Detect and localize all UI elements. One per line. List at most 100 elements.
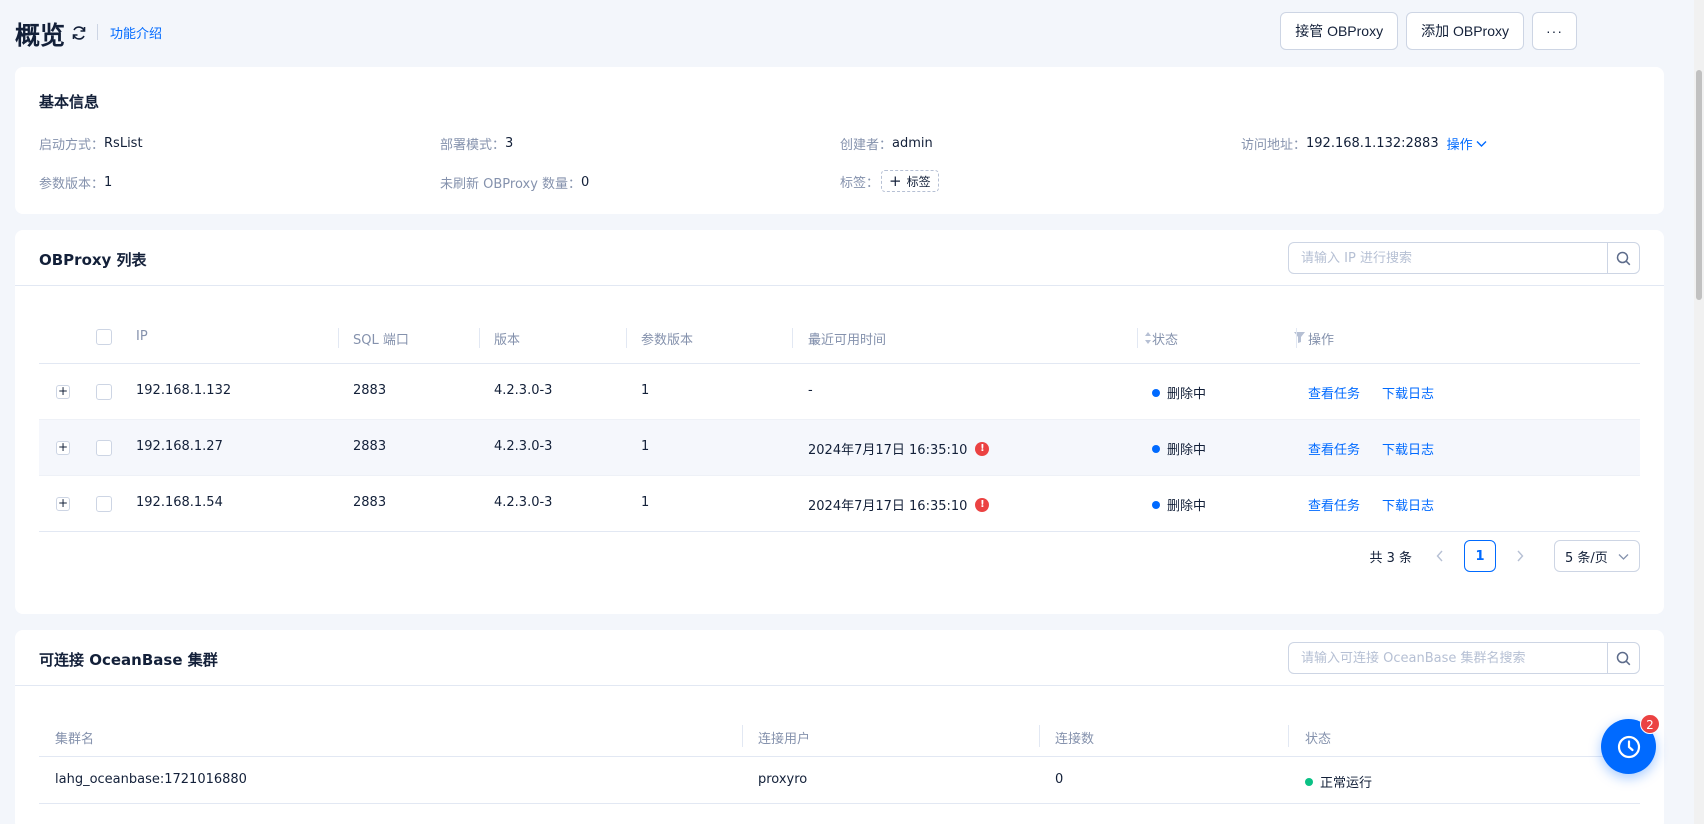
status-dot bbox=[1152, 444, 1160, 453]
row-checkbox[interactable] bbox=[96, 440, 112, 456]
basic-info-card: 基本信息 启动方式： RsList 部署模式： 3 创建者： admin 访问地… bbox=[15, 67, 1664, 214]
feature-intro-link[interactable]: 功能介绍 bbox=[110, 23, 162, 42]
cluster-search-button[interactable] bbox=[1607, 643, 1639, 673]
add-tag-button[interactable]: + 标签 bbox=[881, 170, 939, 192]
col-param-version: 参数版本 bbox=[641, 333, 694, 348]
access-address-label: 访问地址： bbox=[1241, 138, 1307, 153]
add-obproxy-button[interactable]: 添加 OBProxy bbox=[1406, 12, 1524, 50]
expand-row-button[interactable]: + bbox=[56, 497, 70, 511]
pagination-total: 共 3 条 bbox=[1369, 550, 1412, 566]
page-size-value: 5 条/页 bbox=[1565, 550, 1608, 566]
page-number-button[interactable]: 1 bbox=[1464, 540, 1496, 572]
column-divider bbox=[1137, 328, 1138, 348]
address-operation-label: 操作 bbox=[1446, 138, 1473, 153]
warning-icon[interactable]: ! bbox=[975, 497, 990, 512]
row-checkbox[interactable] bbox=[96, 496, 112, 512]
cluster-search-input[interactable] bbox=[1289, 643, 1607, 673]
deploy-mode-label: 部署模式： bbox=[440, 138, 506, 153]
obproxy-list-card: OBProxy 列表 IP SQL 端口 版本 参数版本 最近可用时间 状态 操… bbox=[15, 230, 1664, 614]
col-sql-port: SQL 端口 bbox=[353, 333, 409, 348]
cell-version: 4.2.3.0-3 bbox=[494, 383, 553, 398]
more-actions-button[interactable]: ··· bbox=[1532, 12, 1577, 50]
table-row: + 192.168.1.54 2883 4.2.3.0-3 1 2024年7月1… bbox=[39, 476, 1640, 532]
cell-sql-port: 2883 bbox=[353, 383, 387, 398]
cell-param-version: 1 bbox=[641, 495, 650, 510]
download-log-link[interactable]: 下载日志 bbox=[1382, 495, 1434, 514]
add-tag-label: 标签 bbox=[906, 174, 931, 189]
cluster-search-box bbox=[1288, 642, 1640, 674]
cell-last-available: 2024年7月17日 16:35:10 ! bbox=[808, 439, 990, 458]
view-task-link[interactable]: 查看任务 bbox=[1308, 383, 1360, 402]
page-size-select[interactable]: 5 条/页 bbox=[1554, 540, 1640, 572]
download-log-link[interactable]: 下载日志 bbox=[1382, 439, 1434, 458]
unrefreshed-count-item: 未刷新 OBProxy 数量： 0 bbox=[440, 173, 589, 192]
last-available-value: 2024年7月17日 16:35:10 bbox=[808, 499, 968, 514]
address-operation-dropdown[interactable]: 操作 bbox=[1447, 134, 1487, 153]
unrefreshed-count-label: 未刷新 OBProxy 数量： bbox=[440, 177, 582, 192]
column-divider bbox=[792, 328, 793, 348]
row-checkbox[interactable] bbox=[96, 384, 112, 400]
chevron-down-icon bbox=[1476, 141, 1487, 147]
obproxy-list-title: OBProxy 列表 bbox=[39, 251, 147, 269]
download-log-link[interactable]: 下载日志 bbox=[1382, 383, 1434, 402]
row-divider bbox=[39, 756, 1640, 757]
cell-ip: 192.168.1.54 bbox=[136, 495, 223, 510]
status-label: 删除中 bbox=[1167, 499, 1207, 514]
search-icon bbox=[1616, 651, 1631, 665]
cluster-name-link[interactable]: lahg_oceanbase:1721016880 bbox=[55, 772, 247, 787]
last-available-value: 2024年7月17日 16:35:10 bbox=[808, 443, 968, 458]
start-mode-label: 启动方式： bbox=[39, 138, 105, 153]
takeover-obproxy-button[interactable]: 接管 OBProxy bbox=[1280, 12, 1399, 50]
cell-last-available: 2024年7月17日 16:35:10 ! bbox=[808, 495, 990, 514]
cell-version: 4.2.3.0-3 bbox=[494, 439, 553, 454]
cluster-list-card: 可连接 OceanBase 集群 集群名 连接用户 连接数 状态 lahg_oc… bbox=[15, 630, 1664, 824]
expand-row-button[interactable]: + bbox=[56, 385, 70, 399]
column-divider bbox=[1296, 328, 1297, 348]
prev-page-button[interactable] bbox=[1426, 540, 1454, 572]
unrefreshed-count-value: 0 bbox=[581, 175, 590, 190]
card-divider bbox=[15, 285, 1664, 286]
warning-icon[interactable]: ! bbox=[975, 441, 990, 456]
tags-item: 标签： + 标签 bbox=[840, 170, 939, 192]
cell-ip: 192.168.1.132 bbox=[136, 383, 232, 398]
cell-sql-port: 2883 bbox=[353, 495, 387, 510]
view-task-link[interactable]: 查看任务 bbox=[1308, 495, 1360, 514]
page-scrollbar[interactable] bbox=[1694, 0, 1704, 824]
creator-label: 创建者： bbox=[840, 138, 893, 153]
view-task-link[interactable]: 查看任务 bbox=[1308, 439, 1360, 458]
param-version-label: 参数版本： bbox=[39, 177, 105, 192]
cell-status: 删除中 bbox=[1152, 495, 1206, 514]
creator-item: 创建者： admin bbox=[840, 134, 933, 153]
param-version-value: 1 bbox=[104, 175, 113, 190]
select-all-checkbox[interactable] bbox=[96, 329, 112, 345]
sort-icon[interactable] bbox=[1144, 331, 1152, 345]
plus-icon: + bbox=[889, 171, 902, 190]
chevron-left-icon bbox=[1436, 550, 1443, 562]
cell-param-version: 1 bbox=[641, 439, 650, 454]
creator-value: admin bbox=[892, 136, 933, 151]
col-connection-count: 连接数 bbox=[1055, 732, 1095, 747]
cluster-status-label: 正常运行 bbox=[1320, 776, 1373, 791]
column-divider bbox=[1039, 725, 1040, 747]
cell-sql-port: 2883 bbox=[353, 439, 387, 454]
cell-version: 4.2.3.0-3 bbox=[494, 495, 553, 510]
ip-search-input[interactable] bbox=[1289, 243, 1607, 273]
col-ip: IP bbox=[136, 329, 148, 344]
deploy-mode-item: 部署模式： 3 bbox=[440, 134, 513, 153]
ip-search-button[interactable] bbox=[1607, 243, 1639, 273]
next-page-button[interactable] bbox=[1506, 540, 1534, 572]
column-divider bbox=[626, 328, 627, 348]
deploy-mode-value: 3 bbox=[505, 136, 514, 151]
status-label: 删除中 bbox=[1167, 443, 1207, 458]
refresh-icon[interactable] bbox=[70, 24, 88, 42]
basic-info-title: 基本信息 bbox=[39, 93, 100, 111]
scrollbar-thumb[interactable] bbox=[1696, 70, 1702, 300]
obproxy-table: IP SQL 端口 版本 参数版本 最近可用时间 状态 操作 + 192.168… bbox=[39, 312, 1640, 532]
clock-icon bbox=[1617, 735, 1640, 758]
chevron-right-icon bbox=[1517, 550, 1524, 562]
col-last-available: 最近可用时间 bbox=[808, 333, 887, 348]
cluster-status: 正常运行 bbox=[1305, 772, 1372, 791]
pagination: 共 3 条 1 5 条/页 bbox=[1369, 540, 1640, 572]
expand-row-button[interactable]: + bbox=[56, 441, 70, 455]
cell-param-version: 1 bbox=[641, 383, 650, 398]
